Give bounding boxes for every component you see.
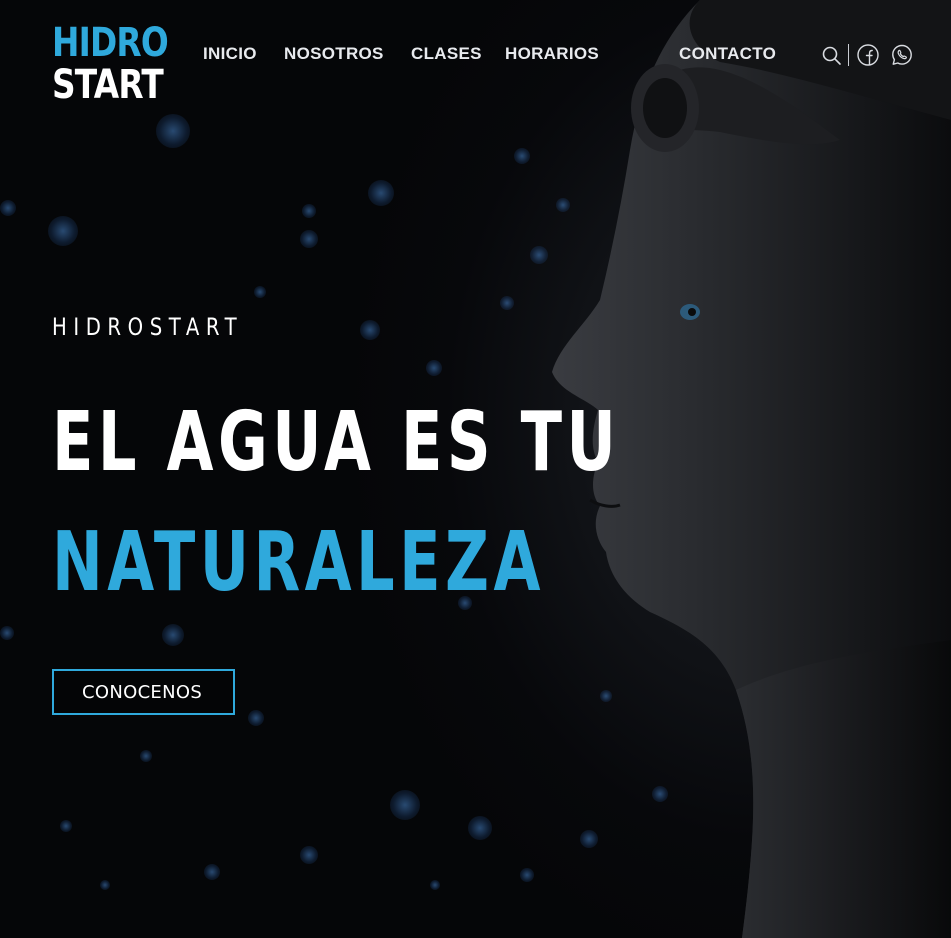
conocenos-button[interactable]: CONOCENOS	[52, 669, 235, 715]
brand-logo[interactable]: HIDRO START	[52, 20, 169, 108]
nav-item-nosotros[interactable]: NOSOTROS	[284, 44, 384, 64]
icon-divider	[848, 44, 849, 66]
nav-item-contacto[interactable]: CONTACTO	[679, 44, 776, 64]
hero-section: HIDRO START INICIO NOSOTROS CLASES HORAR…	[0, 0, 951, 938]
hero-headline-line1: EL AGUA ES TU	[52, 395, 621, 490]
whatsapp-icon[interactable]	[890, 42, 914, 68]
nav-item-horarios[interactable]: HORARIOS	[505, 44, 599, 64]
search-icon[interactable]	[820, 42, 844, 68]
brand-line2: START	[52, 62, 164, 108]
nav-item-inicio[interactable]: INICIO	[203, 44, 257, 64]
brand-line1: HIDRO	[52, 20, 169, 66]
hero-headline-line2: NATURALEZA	[52, 515, 545, 610]
facebook-icon[interactable]	[856, 42, 880, 68]
hero-eyebrow: HIDROSTART	[52, 313, 244, 341]
nav-item-clases[interactable]: CLASES	[411, 44, 482, 64]
